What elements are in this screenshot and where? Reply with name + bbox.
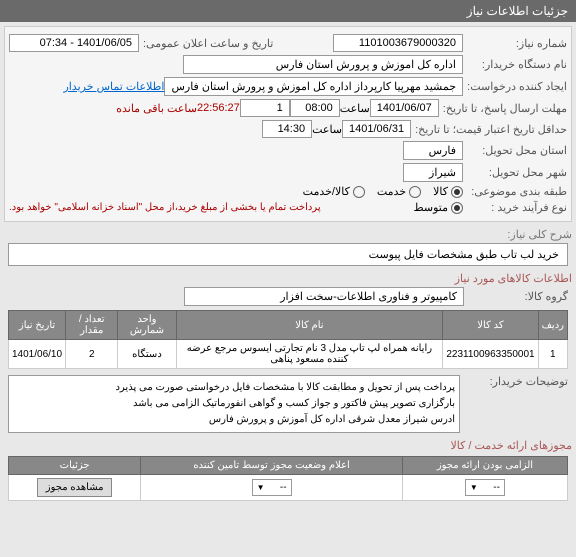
lth-status: اعلام وضعیت مجوز توسط تامین کننده bbox=[141, 457, 403, 475]
main-info-section: شماره نیاز: 1101003679000320 تاریخ و ساع… bbox=[4, 26, 572, 222]
buyer-notes-box: پرداخت پس از تحویل و مطابقت کالا با مشخص… bbox=[8, 375, 460, 433]
radio-both-icon bbox=[353, 186, 365, 198]
province-label: استان محل تحویل: bbox=[467, 144, 567, 157]
th-qty: تعداد / مقدار bbox=[66, 311, 118, 340]
cell-qty: 2 bbox=[66, 340, 118, 369]
notes-line-1: پرداخت پس از تحویل و مطابقت کالا با مشخص… bbox=[13, 380, 455, 396]
category-label: طبقه بندی موضوعی: bbox=[467, 185, 567, 198]
cell-name: رایانه همراه لپ تاپ مدل 3 نام تجارتی ایس… bbox=[176, 340, 443, 369]
announce-label: تاریخ و ساعت اعلان عمومی: bbox=[143, 37, 273, 50]
cell-row: 1 bbox=[538, 340, 567, 369]
goods-table: ردیف کد کالا نام کالا واحد شمارش تعداد /… bbox=[8, 310, 568, 369]
need-no-value: 1101003679000320 bbox=[333, 34, 463, 52]
cell-date: 1401/06/10 bbox=[9, 340, 66, 369]
mandatory-dropdown[interactable]: -- ▼ bbox=[465, 479, 505, 496]
buyer-org-label: نام دستگاه خریدار: bbox=[467, 58, 567, 71]
page-title: جزئیات اطلاعات نیاز bbox=[467, 4, 568, 18]
th-date: تاریخ نیاز bbox=[9, 311, 66, 340]
radio-mid-icon bbox=[451, 202, 463, 214]
creator-value: جمشید مهرپیا کارپرداز اداره کل اموزش و پ… bbox=[164, 77, 463, 96]
buyer-org-value: اداره کل اموزش و پرورش استان فارس bbox=[183, 55, 463, 74]
creator-label: ایجاد کننده درخواست: bbox=[467, 80, 567, 93]
radio-both[interactable]: کالا/خدمت bbox=[303, 185, 365, 198]
view-license-button[interactable]: مشاهده مجوز bbox=[37, 478, 113, 497]
buyer-notes-label: توضیحات خریدار: bbox=[468, 375, 568, 388]
radio-both-label: کالا/خدمت bbox=[303, 185, 350, 198]
cell-unit: دستگاه bbox=[118, 340, 176, 369]
notes-line-2: بارگزاری تصویر پیش فاکتور و جواز کسب و گ… bbox=[13, 396, 455, 412]
buy-type-label: نوع فرآیند خرید : bbox=[467, 201, 567, 214]
group-label: گروه کالا: bbox=[468, 290, 568, 303]
radio-mid-label: متوسط bbox=[413, 201, 448, 214]
radio-goods[interactable]: کالا bbox=[433, 185, 463, 198]
remain-count: 1 bbox=[240, 99, 290, 117]
lth-details: جزئیات bbox=[9, 457, 141, 475]
th-unit: واحد شمارش bbox=[118, 311, 176, 340]
status-value: -- bbox=[280, 482, 287, 493]
cell-code: 2231100963350001 bbox=[443, 340, 538, 369]
city-label: شهر محل تحویل: bbox=[467, 166, 567, 179]
radio-service-icon bbox=[409, 186, 421, 198]
countdown-value: 22:56:27 bbox=[197, 102, 240, 114]
chevron-down-icon: ▼ bbox=[470, 483, 478, 492]
contact-link[interactable]: اطلاعات تماس خریدار bbox=[63, 80, 164, 93]
status-dropdown[interactable]: -- ▼ bbox=[252, 479, 292, 496]
license-row: -- ▼ -- ▼ مشاهده مجوز bbox=[9, 475, 568, 501]
description-block: شرح کلی نیاز: خرید لب تاب طبق مشخصات فای… bbox=[0, 228, 576, 266]
radio-goods-icon bbox=[451, 186, 463, 198]
page-header: جزئیات اطلاعات نیاز bbox=[0, 0, 576, 22]
radio-service-label: خدمت bbox=[377, 185, 406, 198]
time-label-2: ساعت bbox=[312, 123, 342, 136]
license-table: الزامی بودن ارائه مجوز اعلام وضعیت مجوز … bbox=[8, 456, 568, 501]
category-radio-group: کالا خدمت کالا/خدمت bbox=[303, 185, 463, 198]
group-value: کامپیوتر و فناوری اطلاعات-سخت افزار bbox=[184, 287, 464, 306]
th-name: نام کالا bbox=[176, 311, 443, 340]
desc-title: شرح کلی نیاز: bbox=[4, 228, 572, 241]
reply-date: 1401/06/07 bbox=[370, 99, 439, 117]
lth-mandatory: الزامی بودن ارائه مجوز bbox=[402, 457, 567, 475]
buy-type-note: پرداخت تمام یا بخشی از مبلغ خرید،از محل … bbox=[9, 202, 321, 213]
announce-value: 1401/06/05 - 07:34 bbox=[9, 34, 139, 52]
countdown-suffix: ساعت باقی مانده bbox=[116, 102, 197, 115]
need-no-label: شماره نیاز: bbox=[467, 37, 567, 50]
th-code: کد کالا bbox=[443, 311, 538, 340]
table-row: 1 2231100963350001 رایانه همراه لپ تاپ م… bbox=[9, 340, 568, 369]
validity-label: حداقل تاریخ اعتبار قیمت؛ تا تاریخ: bbox=[415, 123, 567, 136]
city-value: شیراز bbox=[403, 163, 463, 182]
validity-time: 14:30 bbox=[262, 120, 312, 138]
reply-deadline-label: مهلت ارسال پاسخ، تا تاریخ: bbox=[443, 102, 567, 115]
desc-value: خرید لب تاب طبق مشخصات فایل پیوست bbox=[8, 243, 568, 266]
th-row: ردیف bbox=[538, 311, 567, 340]
notes-line-3: ادرس شیراز معدل شرقی اداره کل آموزش و پر… bbox=[13, 412, 455, 428]
chevron-down-icon: ▼ bbox=[257, 483, 265, 492]
time-label-1: ساعت bbox=[340, 102, 370, 115]
mandatory-value: -- bbox=[493, 482, 500, 493]
licenses-title: مجوزهای ارائه خدمت / کالا bbox=[4, 439, 572, 452]
radio-mid[interactable]: متوسط bbox=[413, 201, 463, 214]
goods-info-title: اطلاعات کالاهای مورد نیاز bbox=[4, 272, 572, 285]
radio-goods-label: کالا bbox=[433, 185, 448, 198]
validity-date: 1401/06/31 bbox=[342, 120, 411, 138]
reply-time: 08:00 bbox=[290, 99, 340, 117]
radio-service[interactable]: خدمت bbox=[377, 185, 421, 198]
province-value: فارس bbox=[403, 141, 463, 160]
